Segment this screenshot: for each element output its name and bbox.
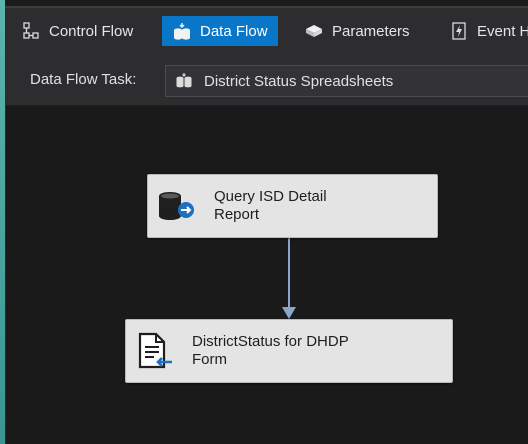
tab-event-handlers-label: Event H xyxy=(477,22,528,40)
component-label: DistrictStatus for DHDP Form xyxy=(192,333,349,369)
tab-data-flow-label: Data Flow xyxy=(200,22,268,40)
parameters-icon xyxy=(304,21,324,41)
flat-file-destination-icon xyxy=(130,327,178,375)
tab-parameters-label: Parameters xyxy=(332,22,410,40)
data-flow-task-dropdown[interactable]: District Status Spreadsheets xyxy=(165,65,528,97)
tab-parameters[interactable]: Parameters xyxy=(294,16,420,46)
component-query-isd-detail-report[interactable]: Query ISD Detail Report xyxy=(147,174,438,238)
component-label-line1: DistrictStatus for DHDP xyxy=(192,333,349,350)
data-flow-task-label: Data Flow Task: xyxy=(30,71,137,88)
designer-tab-bar: Control Flow Data Flow Parameters Event … xyxy=(5,6,528,55)
event-handlers-icon xyxy=(449,21,469,41)
component-districtstatus-for-dhdp-form[interactable]: DistrictStatus for DHDP Form xyxy=(125,319,453,383)
ssis-designer-window: Control Flow Data Flow Parameters Event … xyxy=(5,0,528,444)
data-flow-task-bar: Data Flow Task: District Status Spreadsh… xyxy=(5,55,528,106)
control-flow-icon xyxy=(21,21,41,41)
data-flow-task-icon xyxy=(174,71,194,91)
ole-db-source-icon xyxy=(152,182,200,230)
data-path-connector[interactable] xyxy=(6,106,528,444)
component-label-line1: Query ISD Detail xyxy=(214,188,327,205)
component-label-line2: Report xyxy=(214,206,260,223)
data-flow-canvas[interactable]: Query ISD Detail Report DistrictStatus f… xyxy=(5,106,528,444)
data-flow-icon xyxy=(172,21,192,41)
tab-control-flow[interactable]: Control Flow xyxy=(11,16,143,46)
component-label-line2: Form xyxy=(192,351,227,368)
tab-event-handlers[interactable]: Event H xyxy=(439,16,528,46)
data-flow-task-value: District Status Spreadsheets xyxy=(204,72,394,90)
tab-data-flow[interactable]: Data Flow xyxy=(162,16,278,46)
component-label: Query ISD Detail Report xyxy=(214,188,327,224)
tab-control-flow-label: Control Flow xyxy=(49,22,134,40)
connector-arrowhead xyxy=(282,307,296,319)
